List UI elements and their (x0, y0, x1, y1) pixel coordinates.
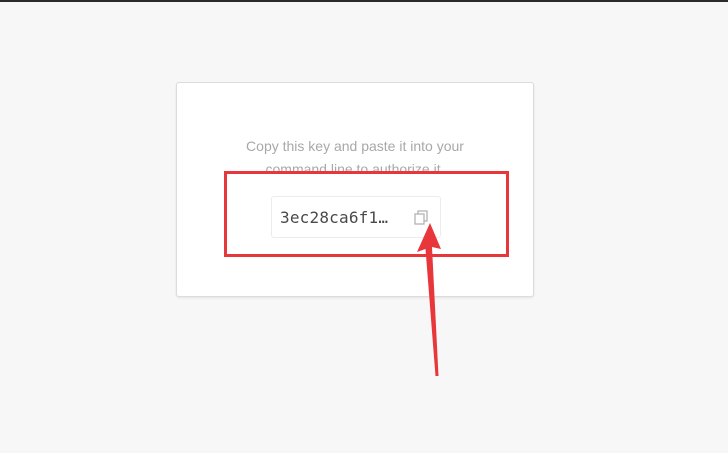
auth-key-value[interactable]: 3ec28ca6f1… (280, 208, 388, 227)
instruction-line-1: Copy this key and paste it into your (246, 138, 464, 154)
instruction-line-2: command line to authorize it. (265, 161, 445, 175)
authorization-card: Copy this key and paste it into your com… (176, 82, 534, 297)
auth-key-field[interactable]: 3ec28ca6f1… (271, 196, 441, 238)
instruction-text: Copy this key and paste it into your com… (177, 135, 533, 175)
window-top-border (0, 0, 728, 2)
copy-key-button[interactable] (412, 209, 430, 227)
copy-icon (414, 210, 428, 225)
